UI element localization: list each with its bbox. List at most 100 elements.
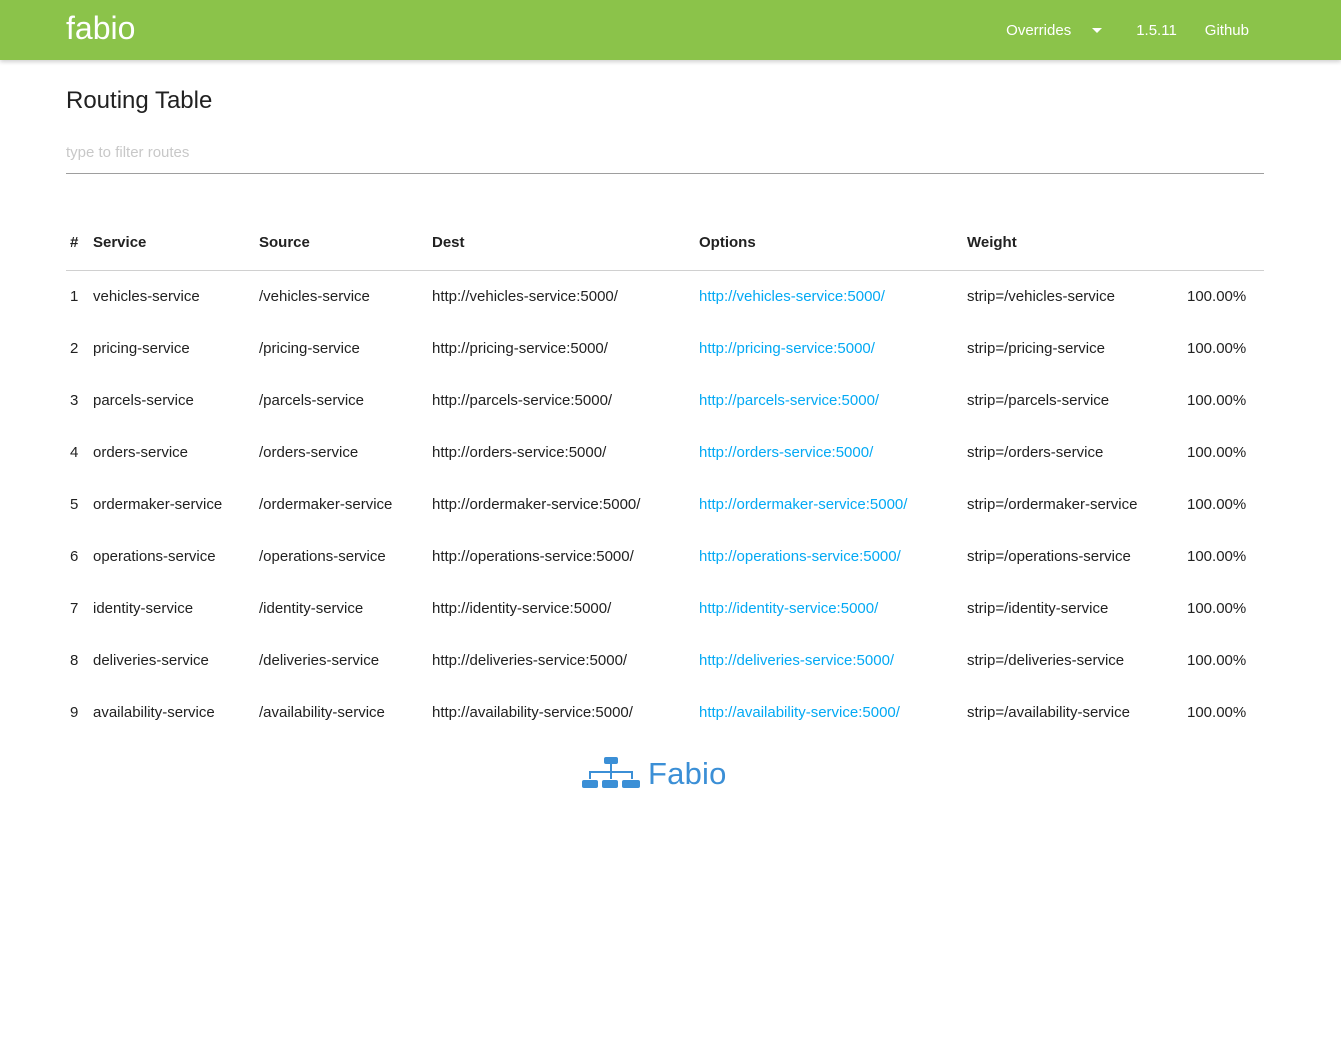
row-source: /orders-service	[259, 443, 359, 461]
brand-logo[interactable]: fabio	[66, 8, 135, 48]
row-weight: 100.00%	[1187, 703, 1247, 721]
header-service: Service	[93, 216, 259, 271]
dest-link[interactable]: http://availability-service:5000/	[699, 704, 900, 721]
header-options: Options	[699, 216, 967, 271]
fabio-footer-logo: Fabio	[580, 754, 750, 794]
dest-link[interactable]: http://operations-service:5000/	[699, 548, 901, 565]
row-options: strip=/ordermaker-service	[967, 495, 1138, 513]
row-source: /vehicles-service	[259, 287, 370, 305]
filter-field	[66, 138, 1264, 174]
row-num: 8	[70, 651, 79, 669]
row-dest-link-cell: http://vehicles-service:5000/	[699, 270, 967, 322]
row-num: 2	[70, 339, 79, 357]
header-dest: Dest	[432, 216, 699, 271]
row-dest: http://operations-service:5000/	[432, 547, 634, 565]
fabio-logo-text: Fabio	[648, 756, 727, 791]
dest-link[interactable]: http://orders-service:5000/	[699, 444, 873, 461]
row-weight: 100.00%	[1187, 495, 1247, 513]
row-source: /parcels-service	[259, 391, 365, 409]
dest-link[interactable]: http://parcels-service:5000/	[699, 392, 879, 409]
row-source: /operations-service	[259, 547, 386, 565]
row-service: identity-service	[93, 599, 194, 617]
row-dest: http://pricing-service:5000/	[432, 339, 608, 357]
table-row: 9 availability-service/availability-servi…	[66, 686, 1264, 738]
row-dest-link-cell: http://identity-service:5000/	[699, 582, 967, 634]
row-service: pricing-service	[93, 339, 190, 357]
row-num: 5	[70, 495, 79, 513]
row-options: strip=/identity-service	[967, 599, 1109, 617]
row-dest: http://parcels-service:5000/	[432, 391, 613, 409]
caret-down-icon	[1092, 28, 1103, 33]
top-navbar: fabio Overrides 1.5.11 Github	[0, 0, 1341, 60]
row-num: 3	[70, 391, 79, 409]
row-options: strip=/operations-service	[967, 547, 1131, 565]
row-dest-link-cell: http://availability-service:5000/	[699, 686, 967, 738]
row-service: deliveries-service	[93, 651, 209, 669]
row-dest-link-cell: http://pricing-service:5000/	[699, 322, 967, 374]
row-weight: 100.00%	[1187, 599, 1247, 617]
row-service: ordermaker-service	[93, 495, 223, 513]
row-options: strip=/pricing-service	[967, 339, 1105, 357]
row-options: strip=/availability-service	[967, 703, 1130, 721]
dest-link[interactable]: http://deliveries-service:5000/	[699, 652, 894, 669]
page-title: Routing Table	[66, 87, 213, 114]
row-source: /availability-service	[259, 703, 385, 721]
dest-link[interactable]: http://ordermaker-service:5000/	[699, 496, 907, 513]
row-dest: http://vehicles-service:5000/	[432, 287, 618, 305]
row-source: /identity-service	[259, 599, 364, 617]
row-dest: http://ordermaker-service:5000/	[432, 495, 641, 513]
row-dest-link-cell: http://parcels-service:5000/	[699, 374, 967, 426]
row-dest-link-cell: http://deliveries-service:5000/	[699, 634, 967, 686]
table-row: 4 orders-service/orders-service http://ord…	[66, 426, 1264, 478]
table-row: 5 ordermaker-service/ordermaker-service ht…	[66, 478, 1264, 530]
dest-link[interactable]: http://vehicles-service:5000/	[699, 288, 885, 305]
row-dest: http://deliveries-service:5000/	[432, 651, 628, 669]
github-link[interactable]: Github	[1205, 22, 1249, 39]
row-dest: http://identity-service:5000/	[432, 599, 612, 617]
routing-table-body: 1 vehicles-service/vehicles-service http:/…	[66, 270, 1264, 738]
row-dest-link-cell: http://orders-service:5000/	[699, 426, 967, 478]
row-service: availability-service	[93, 703, 215, 721]
row-source: /pricing-service	[259, 339, 360, 357]
dest-link[interactable]: http://identity-service:5000/	[699, 600, 878, 617]
row-source: /deliveries-service	[259, 651, 380, 669]
overrides-dropdown[interactable]: Overrides	[1006, 21, 1103, 39]
row-service: parcels-service	[93, 391, 194, 409]
table-row: 3 parcels-service/parcels-service http://p…	[66, 374, 1264, 426]
row-weight: 100.00%	[1187, 287, 1247, 305]
row-num: 4	[70, 443, 79, 461]
table-row: 2 pricing-service/pricing-service http://p…	[66, 322, 1264, 374]
row-weight: 100.00%	[1187, 547, 1247, 565]
row-dest-link-cell: http://operations-service:5000/	[699, 530, 967, 582]
filter-routes-input[interactable]	[66, 138, 1264, 168]
row-num: 6	[70, 547, 79, 565]
header-num: #	[66, 216, 93, 271]
navbar-menu: Overrides 1.5.11 Github	[1006, 0, 1249, 60]
row-num: 9	[70, 703, 79, 721]
row-options: strip=/vehicles-service	[967, 287, 1115, 305]
table-row: 1 vehicles-service/vehicles-service http:/…	[66, 270, 1264, 322]
header-blank	[1187, 216, 1264, 271]
network-tree-icon	[582, 757, 640, 788]
row-options: strip=/orders-service	[967, 443, 1104, 461]
table-row: 8 deliveries-service/deliveries-service ht…	[66, 634, 1264, 686]
row-weight: 100.00%	[1187, 391, 1247, 409]
row-weight: 100.00%	[1187, 443, 1247, 461]
main-content: Routing Table # Service Source Dest Opti…	[66, 60, 1264, 738]
row-weight: 100.00%	[1187, 651, 1247, 669]
overrides-label: Overrides	[1006, 21, 1072, 39]
row-num: 1	[70, 287, 79, 305]
table-row: 6 operations-service/operations-service ht…	[66, 530, 1264, 582]
header-weight: Weight	[967, 216, 1187, 271]
version-link[interactable]: 1.5.11	[1136, 22, 1177, 39]
row-service: orders-service	[93, 443, 189, 461]
row-options: strip=/deliveries-service	[967, 651, 1125, 669]
row-service: operations-service	[93, 547, 216, 565]
row-num: 7	[70, 599, 79, 617]
table-header-row: # Service Source Dest Options Weight	[66, 216, 1264, 271]
row-dest: http://orders-service:5000/	[432, 443, 607, 461]
header-source: Source	[259, 216, 432, 271]
dest-link[interactable]: http://pricing-service:5000/	[699, 340, 875, 357]
table-row: 7 identity-service/identity-service http:/…	[66, 582, 1264, 634]
row-weight: 100.00%	[1187, 339, 1247, 357]
